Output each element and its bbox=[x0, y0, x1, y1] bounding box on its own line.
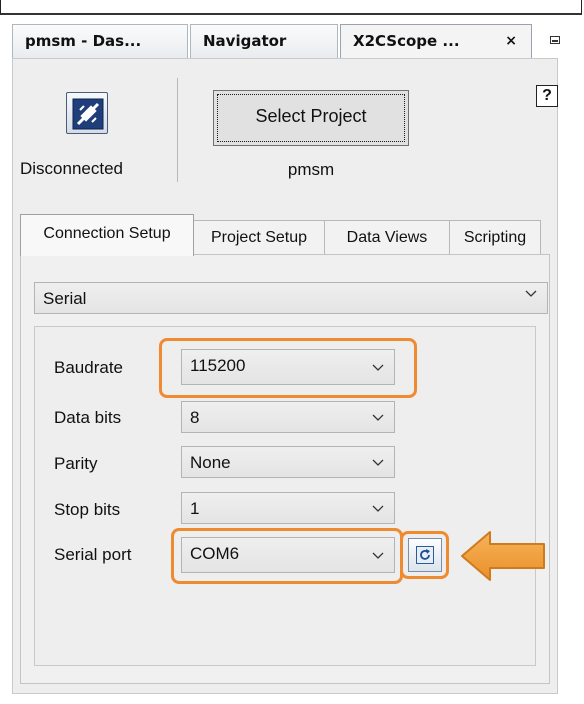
tab-label: Project Setup bbox=[210, 229, 308, 246]
tab-label: X2CScope ... bbox=[353, 32, 460, 50]
select-project-label: Select Project bbox=[255, 106, 367, 126]
project-name: pmsm bbox=[287, 160, 335, 179]
baudrate-label: Baudrate bbox=[54, 358, 123, 377]
tab-connection-setup[interactable]: Connection Setup bbox=[20, 214, 194, 256]
databits-value: 8 bbox=[190, 408, 200, 427]
select-project-button[interactable]: Select Project bbox=[213, 90, 409, 146]
chevron-down-icon bbox=[372, 411, 384, 423]
help-icon[interactable]: ? bbox=[536, 85, 558, 107]
refresh-highlight bbox=[400, 531, 449, 579]
disconnected-plug-icon bbox=[72, 98, 104, 130]
serialport-label: Serial port bbox=[54, 545, 132, 564]
tab-scripting[interactable]: Scripting bbox=[449, 220, 541, 254]
tab-label: Connection Setup bbox=[43, 225, 171, 242]
baudrate-highlight bbox=[159, 338, 417, 398]
databits-select[interactable]: 8 bbox=[181, 401, 395, 433]
stopbits-select[interactable]: 1 bbox=[181, 492, 395, 524]
close-icon[interactable]: × bbox=[505, 25, 517, 58]
parity-value: None bbox=[190, 453, 231, 472]
chevron-down-icon bbox=[372, 456, 384, 468]
parity-label: Parity bbox=[54, 454, 98, 473]
tab-label: pmsm - Das... bbox=[25, 32, 142, 50]
minimize-icon[interactable] bbox=[547, 31, 563, 47]
connection-type-select[interactable]: Serial bbox=[34, 282, 548, 314]
tab-project-setup[interactable]: Project Setup bbox=[193, 220, 325, 254]
tab-data-views[interactable]: Data Views bbox=[324, 220, 450, 254]
chevron-down-icon bbox=[525, 287, 537, 299]
tab-label: Data Views bbox=[346, 229, 428, 246]
tab-navigator[interactable]: Navigator bbox=[190, 24, 338, 58]
pointer-arrow-icon bbox=[461, 531, 545, 581]
window-top-frame bbox=[0, 0, 582, 15]
tab-pmsm-dashboard[interactable]: pmsm - Das... bbox=[12, 24, 188, 58]
tab-label: Navigator bbox=[203, 32, 287, 50]
stopbits-value: 1 bbox=[190, 499, 200, 518]
connection-status-label: Disconnected bbox=[20, 159, 124, 178]
tab-label: Scripting bbox=[463, 229, 527, 246]
tab-x2cscope[interactable]: X2CScope ... × bbox=[340, 24, 532, 59]
connect-button[interactable] bbox=[66, 92, 108, 134]
separator bbox=[177, 78, 178, 182]
stopbits-label: Stop bits bbox=[54, 500, 121, 519]
serialport-highlight bbox=[171, 528, 403, 584]
databits-label: Data bits bbox=[54, 408, 122, 427]
connection-type-value: Serial bbox=[43, 289, 87, 308]
parity-select[interactable]: None bbox=[181, 446, 395, 478]
chevron-down-icon bbox=[372, 502, 384, 514]
